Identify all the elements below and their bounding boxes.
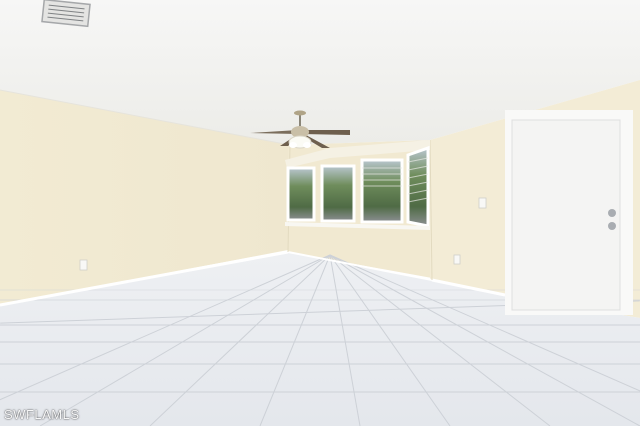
window-center-right xyxy=(360,158,404,224)
window-left xyxy=(286,166,316,222)
light-switch xyxy=(478,197,487,209)
entry-door xyxy=(505,110,633,315)
room-photo: SWFLAMLS xyxy=(0,0,640,426)
air-vent-icon xyxy=(41,0,91,28)
door-knob-icon xyxy=(608,209,616,217)
room-illustration xyxy=(0,0,640,426)
wall-outlet-left xyxy=(79,259,88,271)
wall-outlet-right xyxy=(453,254,461,265)
watermark-text: SWFLAMLS xyxy=(4,407,80,422)
window-center-left xyxy=(320,164,356,223)
door-deadbolt-icon xyxy=(608,222,616,230)
